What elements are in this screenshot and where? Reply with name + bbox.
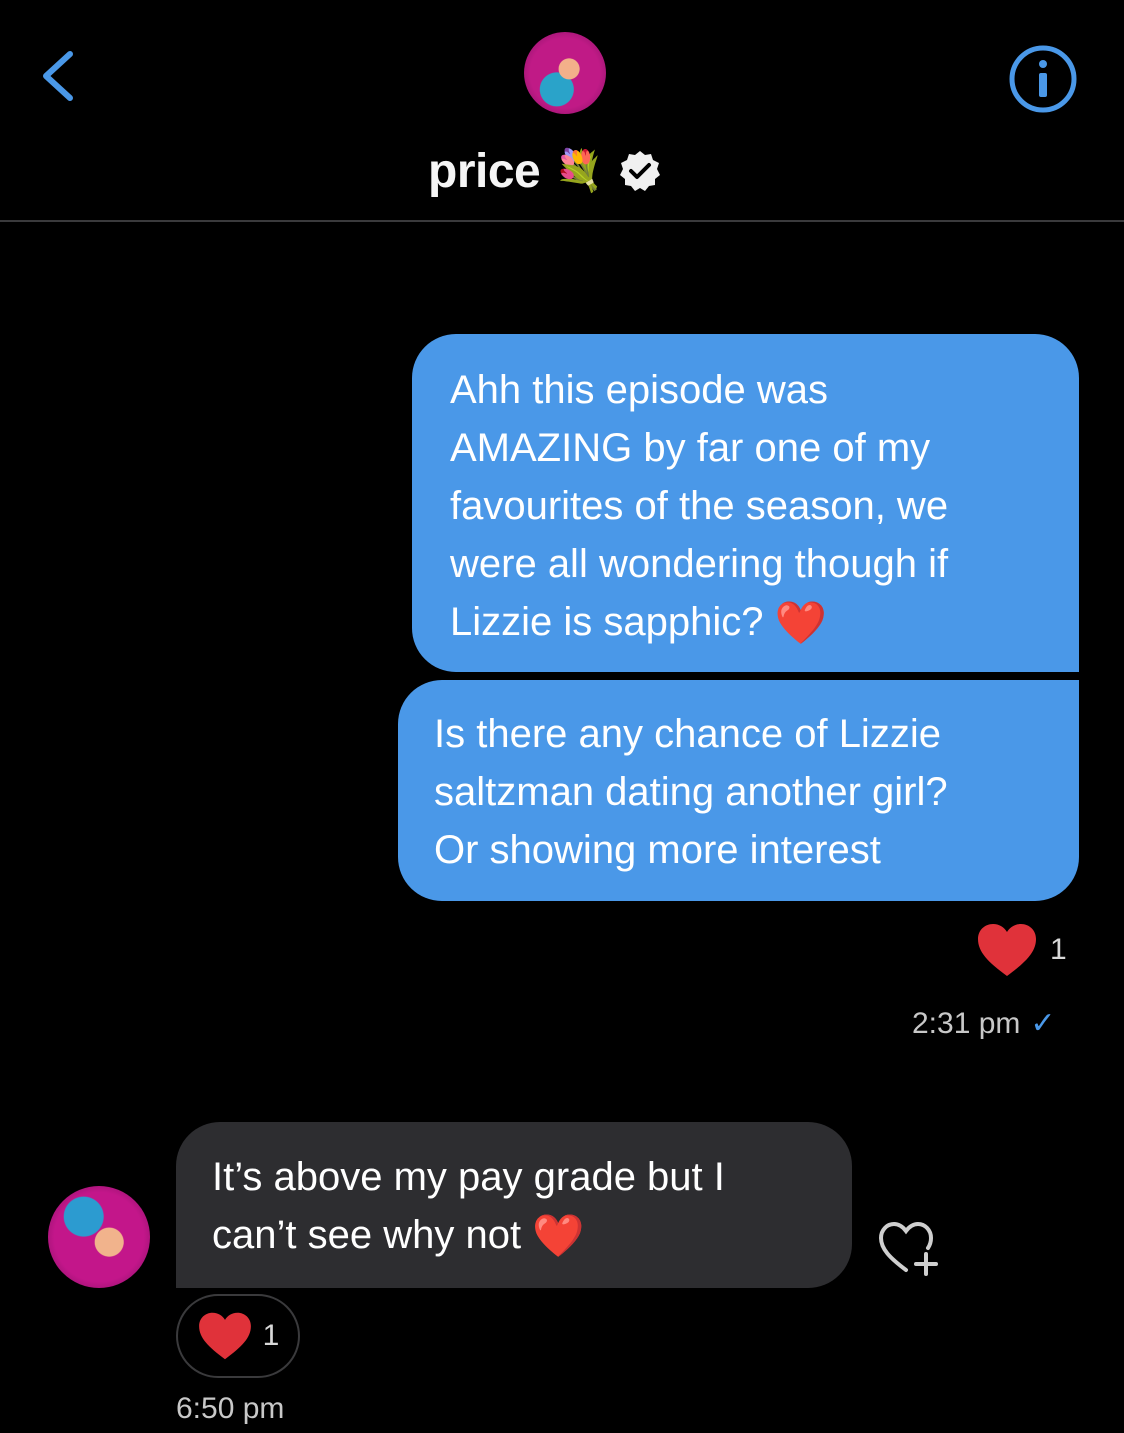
reaction-count: 1 (1050, 933, 1067, 966)
contact-avatar[interactable] (524, 32, 606, 114)
incoming-reaction[interactable]: 1 (176, 1294, 300, 1378)
reaction-count: 1 (262, 1319, 280, 1352)
message-text: It’s above my pay grade but I can’t see … (212, 1155, 725, 1257)
info-icon (1009, 45, 1077, 113)
heart-emoji: ❤️ (532, 1212, 585, 1259)
chat-header: price 💐 (0, 0, 1124, 222)
header-divider (0, 220, 1124, 222)
sender-avatar[interactable] (48, 1186, 150, 1288)
heart-icon (198, 1312, 251, 1360)
info-button[interactable] (1008, 44, 1078, 114)
add-reaction-button[interactable] (876, 1218, 946, 1280)
timestamp-text: 2:31 pm (912, 1006, 1021, 1040)
incoming-message-bubble[interactable]: It’s above my pay grade but I can’t see … (176, 1122, 852, 1288)
verified-badge-icon (620, 151, 661, 191)
heart-emoji: ❤️ (774, 599, 827, 646)
back-button[interactable] (36, 48, 84, 104)
bouquet-emoji: 💐 (554, 149, 605, 193)
chevron-left-icon (43, 51, 73, 101)
heart-icon (978, 924, 1036, 976)
message-timestamp: 6:50 pm (176, 1392, 285, 1425)
outgoing-reaction[interactable]: 1 (976, 922, 1067, 978)
chat-screen: price 💐 Ahh this episode was AMAZING by … (0, 0, 1124, 1433)
heart-plus-icon (878, 1221, 938, 1276)
contact-name-row[interactable]: price 💐 (428, 138, 662, 204)
message-timestamp: 2:31 pm ✓ (912, 1006, 1056, 1041)
checkmark-icon: ✓ (1030, 1007, 1056, 1040)
contact-name: price (428, 144, 541, 198)
message-text: Ahh this episode was AMAZING by far one … (450, 368, 949, 644)
message-text: Is there any chance of Lizzie saltzman d… (434, 712, 948, 872)
outgoing-message-bubble[interactable]: Ahh this episode was AMAZING by far one … (412, 334, 1079, 672)
outgoing-message-bubble[interactable]: Is there any chance of Lizzie saltzman d… (398, 680, 1079, 901)
